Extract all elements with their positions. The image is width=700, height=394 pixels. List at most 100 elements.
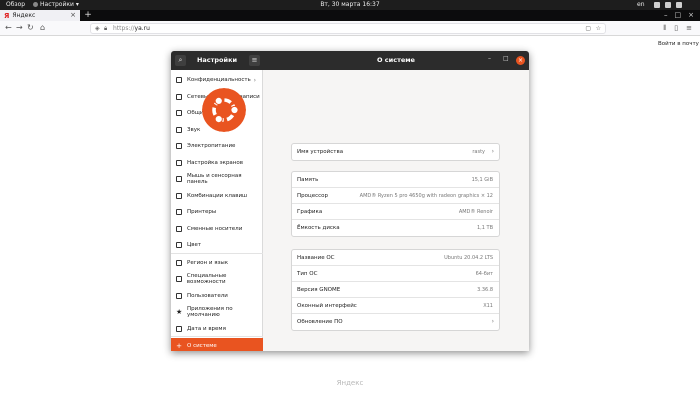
url-text[interactable]: https://ya.ru: [113, 25, 150, 32]
library-icon[interactable]: ⫴: [663, 24, 666, 33]
sidebar-item[interactable]: Пользователи: [171, 288, 263, 304]
sidebar-item[interactable]: Конфиденциальность ›: [171, 72, 263, 88]
sidebar-item[interactable]: Цвет: [171, 237, 263, 253]
login-link[interactable]: Войти в почту: [658, 41, 699, 47]
reload-icon[interactable]: ↻: [27, 23, 34, 32]
hardware-row: Память 15,1 GiB: [292, 172, 499, 188]
maximize-icon[interactable]: □: [675, 10, 682, 21]
hardware-group: Память 15,1 GiB Процессор AMD® Ryzen 5 pro …: [291, 171, 500, 237]
software-row: Оконный интерфейс X11: [292, 298, 499, 314]
printer-icon: [176, 209, 182, 215]
close-window-icon[interactable]: ×: [516, 56, 525, 65]
displays-icon: [176, 159, 182, 166]
pocket-icon[interactable]: ▢: [585, 25, 591, 32]
software-row: Название ОС Ubuntu 20.04.2 LTS: [292, 250, 499, 266]
chevron-right-icon: ›: [253, 76, 256, 84]
close-tab-icon[interactable]: ×: [70, 11, 76, 19]
sidebar-icon[interactable]: ▯: [674, 24, 678, 33]
row-value: X11: [483, 303, 493, 309]
yandex-logo: Яндекс: [336, 379, 364, 387]
software-row[interactable]: Обновление ПО ›: [292, 314, 499, 330]
sidebar-item[interactable]: ★ Приложения по умолчанию: [171, 304, 263, 320]
network-icon: [654, 2, 660, 8]
row-label: Память: [297, 177, 319, 183]
region-icon: [176, 259, 182, 266]
sidebar-item-label: Дата и время: [187, 325, 226, 332]
sidebar-item-label: Принтеры: [187, 209, 217, 215]
keyboard-icon: [176, 192, 182, 199]
hardware-row: Ёмкость диска 1,1 TB: [292, 220, 499, 236]
ubuntu-logo: [202, 88, 246, 132]
sidebar-item-label: Звук: [187, 126, 201, 133]
hamburger-menu-icon[interactable]: ≡: [249, 55, 260, 66]
row-label: Ёмкость диска: [297, 225, 340, 231]
row-label: Имя устройства: [297, 149, 344, 155]
sidebar-item-label: О системе: [187, 343, 217, 349]
sidebar-item-label: Регион и язык: [187, 259, 229, 266]
minimize-icon[interactable]: –: [488, 55, 491, 62]
system-tray[interactable]: [654, 2, 682, 8]
forward-icon[interactable]: →: [16, 23, 23, 32]
home-icon[interactable]: ⌂: [40, 23, 45, 32]
browser-window-controls: – □ ×: [664, 10, 694, 21]
sidebar-item-label: Конфиденциальность: [187, 77, 251, 83]
device-name-row[interactable]: Имя устройства rasty ›: [292, 144, 499, 160]
sidebar-item[interactable]: Регион и язык: [171, 255, 263, 271]
hamburger-menu-icon[interactable]: ≡: [686, 24, 692, 33]
row-value: AMD® Renoir: [458, 209, 493, 215]
sidebar-item-label: Приложения по умолчанию: [187, 306, 233, 318]
row-value: 1,1 TB: [476, 225, 493, 231]
browser-tab[interactable]: Я Яндекс ×: [0, 10, 80, 21]
keyboard-layout-indicator[interactable]: en: [637, 1, 645, 8]
clock[interactable]: Вт, 30 марта 16:37: [0, 1, 700, 8]
chevron-right-icon: ›: [491, 148, 494, 155]
close-icon[interactable]: ×: [688, 10, 694, 21]
address-bar[interactable]: ◈ 🔒︎ https://ya.ru ▢ ☆: [90, 23, 606, 34]
software-group: Название ОС Ubuntu 20.04.2 LTS Тип ОС 64-би…: [291, 249, 500, 331]
sidebar-item-label: Мышь и сенсорная панель: [186, 173, 242, 185]
power-icon: [176, 143, 182, 149]
sidebar-item[interactable]: Дата и время: [171, 321, 263, 337]
software-row: Тип ОС 64-бит: [292, 266, 499, 282]
sidebar-item[interactable]: Принтеры: [171, 204, 263, 220]
row-value: 3.36.8: [477, 287, 493, 293]
row-label: Оконный интерфейс: [297, 303, 357, 309]
bookmark-star-icon[interactable]: ☆: [596, 25, 601, 32]
hardware-row: Графика AMD® Renoir: [292, 204, 499, 220]
hardware-row: Процессор AMD® Ryzen 5 pro 4650g with rad…: [292, 188, 499, 204]
sidebar-item[interactable]: Настройка экранов: [171, 155, 263, 171]
sidebar-item[interactable]: Специальные возможности: [171, 271, 263, 287]
sidebar-item[interactable]: Мышь и сенсорная панель: [171, 171, 263, 187]
gnome-top-bar: Обзор Настройки ▾ Вт, 30 марта 16:37 en: [0, 0, 700, 10]
row-label: Графика: [297, 209, 323, 215]
row-value: AMD® Ryzen 5 pro 4650g with radeon graph…: [359, 193, 493, 199]
sidebar-item[interactable]: Сменные носители: [171, 221, 263, 237]
online-accounts-icon: [176, 93, 182, 100]
tracking-protection-icon[interactable]: ◈: [95, 25, 100, 32]
color-icon: [176, 242, 182, 248]
minimize-icon[interactable]: –: [664, 10, 668, 21]
sidebar-item[interactable]: + О системе: [171, 338, 263, 351]
sidebar-item-label: Специальные возможности: [186, 273, 227, 285]
row-label: Процессор: [297, 193, 329, 199]
new-tab-button[interactable]: +: [84, 10, 92, 21]
sidebar-item-label: Сменные носители: [187, 225, 243, 232]
maximize-icon[interactable]: □: [503, 55, 509, 62]
star-icon: ★: [176, 308, 183, 316]
sidebar-item[interactable]: Комбинации клавиш: [171, 188, 263, 204]
row-label: Версия GNOME: [297, 287, 341, 293]
lock-icon[interactable]: 🔒︎: [104, 25, 107, 33]
toolbar-icons: ⫴ ▯ ≡: [663, 24, 692, 33]
plus-icon: +: [176, 342, 182, 350]
software-row: Версия GNOME 3.36.8: [292, 282, 499, 298]
row-label: Тип ОС: [297, 271, 318, 277]
row-value: Ubuntu 20.04.2 LTS: [444, 255, 493, 261]
back-icon[interactable]: ←: [5, 23, 12, 32]
sidebar-item[interactable]: Электропитание: [171, 138, 263, 154]
sidebar-separator: [171, 336, 263, 337]
window-header-bar: ⌕ Настройки ≡ О системе – □ ×: [171, 51, 529, 70]
yandex-favicon-icon: Я: [4, 11, 10, 20]
row-label: Обновление ПО: [297, 319, 343, 325]
sidebar-item-label: Цвет: [187, 242, 202, 248]
sidebar-separator: [171, 252, 263, 254]
